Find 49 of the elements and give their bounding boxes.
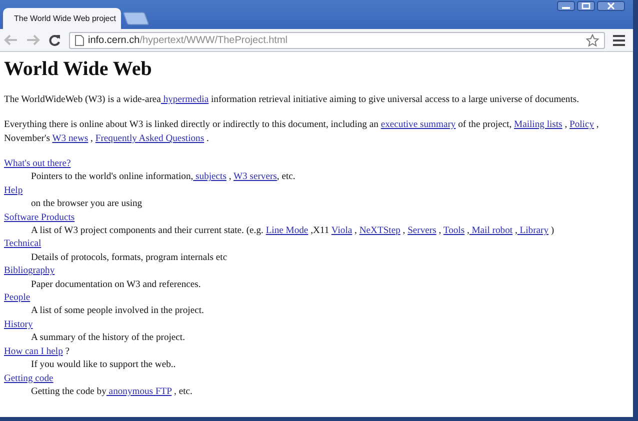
link[interactable]: Library (517, 225, 549, 236)
link[interactable]: executive summary (380, 119, 456, 130)
punctuation: ? (64, 346, 70, 357)
link[interactable]: Servers (408, 225, 436, 236)
link[interactable]: W3 news (52, 133, 88, 144)
link[interactable]: History (4, 318, 33, 330)
link[interactable]: anonymous FTP (106, 386, 172, 397)
description: If you would like to support the web.. (31, 359, 176, 370)
link[interactable]: Mailing lists (514, 119, 562, 130)
link[interactable]: Mail robot (469, 225, 513, 236)
description: Paper documentation on W3 and references. (31, 278, 201, 290)
maximize-icon[interactable] (577, 1, 595, 11)
address-bar[interactable]: info.cern.ch/hypertext/WWW/TheProject.html (69, 32, 605, 48)
star-icon[interactable] (586, 34, 599, 46)
description: A list of some people involved in the project. (31, 305, 204, 316)
link[interactable]: What's out there? (4, 158, 71, 169)
description: Getting the code by anonymous FTP , etc. (31, 386, 192, 397)
menu-icon[interactable] (613, 34, 625, 46)
page-icon (75, 34, 84, 46)
link[interactable]: How can I help (4, 346, 63, 357)
link[interactable]: Technical (4, 238, 42, 250)
link[interactable]: Frequently Asked Questions (95, 133, 204, 144)
link[interactable]: subjects (193, 171, 226, 182)
page-heading: World Wide Web (4, 58, 153, 81)
description: A summary of the history of the project. (31, 332, 186, 344)
description: on the browser you are using (31, 198, 142, 210)
paragraph: Everything there is online about W3 is linked directly or indirectly to this document, including an executive summary of the project, Mailing lists , Policy , November's W3 news , Frequently Asked Questions . (4, 118, 600, 146)
description: A list of W3 project components and their current state. (e.g. Line Mode ,X11 Viola , NeXTStep , Servers , Tools , Mail robot , Library ) (31, 225, 554, 236)
paragraph: The WorldWideWeb (W3) is a wide-area hypermedia information retrieval initiative aiming to give universal access to a large universe of documents. (4, 93, 580, 107)
description: Pointers to the world's online information, subjects , W3 servers, etc. (31, 171, 296, 182)
tab-title: The World Wide Web project (14, 14, 116, 23)
new-tab-button[interactable] (122, 12, 150, 25)
link[interactable]: Policy (570, 119, 594, 130)
reload-icon[interactable] (48, 34, 61, 46)
link[interactable]: People (4, 292, 30, 304)
link[interactable]: Viola (331, 225, 352, 236)
link[interactable]: Software Products (4, 212, 75, 223)
minimize-icon[interactable] (557, 1, 575, 11)
description: Details of protocols, formats, program internals etc (31, 252, 228, 263)
link[interactable]: Tools (443, 225, 465, 236)
link[interactable]: hypermedia (160, 94, 209, 105)
link[interactable]: Bibliography (4, 265, 55, 276)
close-icon[interactable] (597, 1, 625, 11)
link[interactable]: Line Mode (266, 225, 308, 236)
browser-tab[interactable]: The World Wide Web project (3, 8, 121, 29)
link[interactable]: NeXTStep (359, 225, 400, 236)
link[interactable]: W3 servers (233, 171, 277, 182)
link[interactable]: Getting code (4, 372, 54, 384)
link[interactable]: Help (4, 184, 23, 196)
